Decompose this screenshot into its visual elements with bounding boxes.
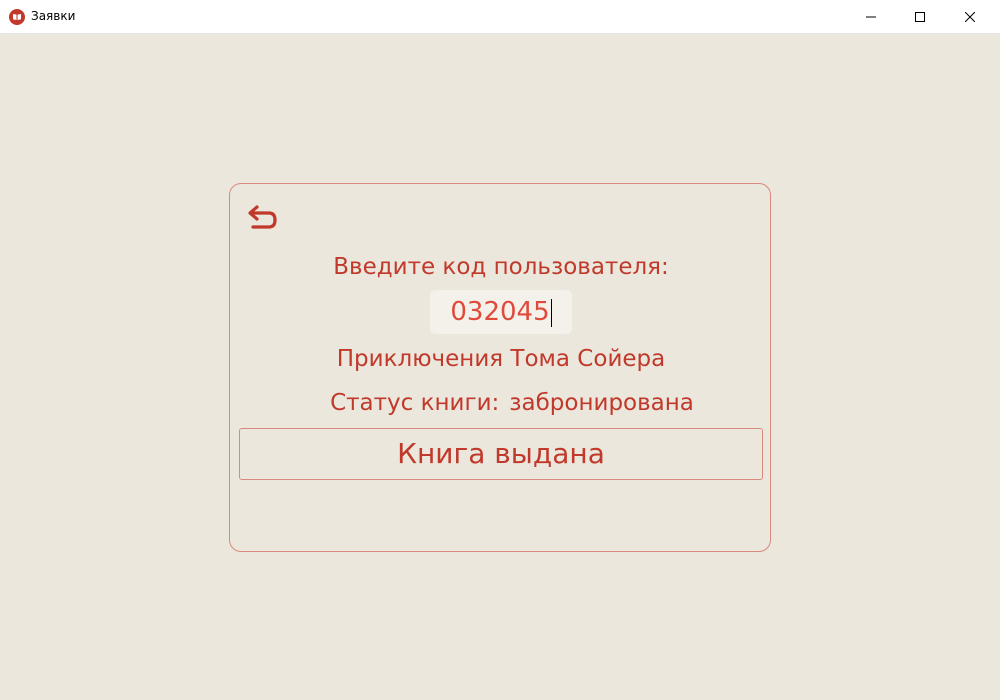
- book-status: Статус книги: забронирована: [230, 390, 772, 416]
- status-label: Статус книги:: [330, 390, 500, 416]
- back-arrow-icon: [248, 205, 277, 229]
- reservation-panel: Введите код пользователя: 032045 Приключ…: [229, 183, 771, 552]
- close-icon: [965, 12, 975, 22]
- app-window: Заявки Введите код пользователя: 032045 …: [0, 0, 1000, 700]
- user-code-prompt: Введите код пользователя:: [333, 254, 669, 280]
- maximize-icon: [915, 12, 925, 22]
- user-code-input[interactable]: 032045: [430, 290, 572, 334]
- book-issued-button[interactable]: Книга выдана: [239, 428, 763, 480]
- status-value: забронирована: [509, 390, 694, 416]
- maximize-button[interactable]: [897, 0, 943, 34]
- minimize-button[interactable]: [848, 0, 894, 34]
- minimize-icon: [866, 16, 876, 18]
- window-title: Заявки: [31, 9, 76, 23]
- user-code-value: 032045: [450, 297, 550, 327]
- book-icon: [9, 9, 25, 25]
- text-caret: [550, 298, 552, 327]
- close-button[interactable]: [947, 0, 993, 34]
- back-button[interactable]: [247, 202, 281, 234]
- title-bar: Заявки: [0, 0, 1000, 34]
- book-title: Приключения Тома Сойера: [336, 346, 666, 372]
